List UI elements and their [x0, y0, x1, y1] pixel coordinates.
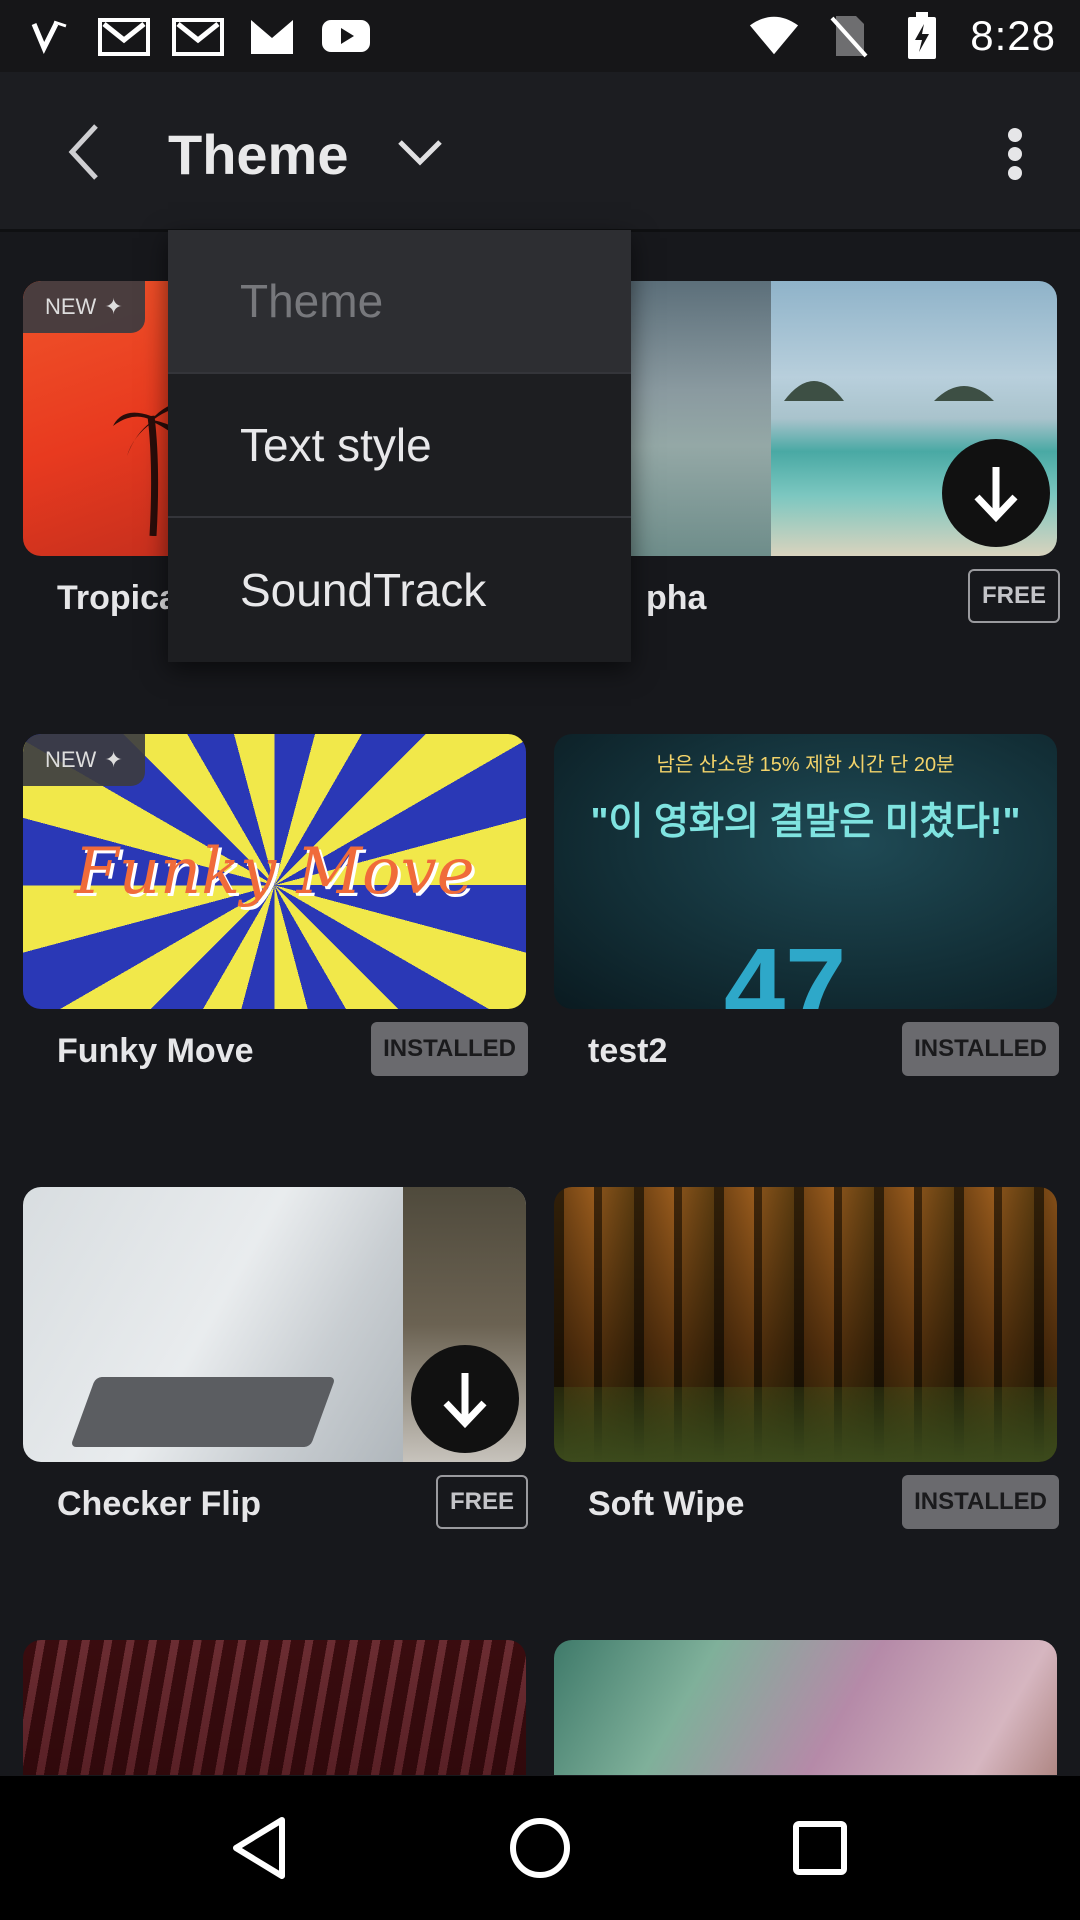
thumb-headline: "이 영화의 결말은 미쳤다!": [590, 801, 1021, 843]
back-button[interactable]: [44, 112, 124, 192]
navigation-bar: [0, 1776, 1080, 1920]
theme-title: Tropica: [57, 579, 178, 617]
installed-tag: INSTALLED: [371, 1022, 528, 1076]
thumb-subtitle: 남은 산소량 15% 제한 시간 단 20분: [656, 754, 955, 776]
gmail-icon: [246, 15, 298, 57]
installed-tag: INSTALLED: [902, 1475, 1059, 1529]
free-tag: FREE: [435, 1475, 528, 1529]
youtube-icon: [320, 15, 372, 57]
recents-square-icon: [793, 1821, 847, 1875]
menu-item-theme[interactable]: Theme: [168, 230, 631, 374]
installed-tag: INSTALLED: [902, 1022, 1059, 1076]
theme-card[interactable]: Checker Flip FREE: [23, 1187, 528, 1529]
theme-thumbnail: [554, 1187, 1057, 1462]
no-sim-icon: [822, 15, 874, 58]
theme-title: Soft Wipe: [588, 1485, 745, 1523]
laptop-keyboard: [70, 1377, 336, 1447]
menu-item-text-style[interactable]: Text style: [168, 374, 631, 518]
theme-thumbnail: 남은 산소량 15% 제한 시간 단 20분 "이 영화의 결말은 미쳤다!" …: [554, 734, 1057, 1009]
theme-thumbnail: [23, 1640, 526, 1775]
status-bar: 8:28: [0, 0, 1080, 72]
vlingo-icon: [24, 15, 76, 57]
clock: 8:28: [970, 12, 1056, 59]
theme-thumbnail: [23, 1187, 526, 1462]
download-arrow-icon: [443, 1373, 487, 1429]
forest-floor: [554, 1387, 1057, 1462]
wifi-icon: [748, 15, 800, 57]
back-triangle-icon: [233, 1817, 285, 1879]
nav-recents-button[interactable]: [770, 1798, 870, 1898]
theme-thumbnail: [554, 1640, 1057, 1775]
chevron-left-icon: [68, 124, 98, 180]
home-circle-icon: [510, 1818, 570, 1878]
nav-back-button[interactable]: [210, 1798, 310, 1898]
app-bar: Theme: [0, 72, 1080, 232]
theme-title: Checker Flip: [57, 1485, 262, 1523]
download-button[interactable]: [942, 439, 1050, 547]
theme-title: pha: [646, 579, 707, 617]
section-dropdown-menu: Theme Text style SoundTrack: [168, 230, 631, 662]
sparkle-icon: ✦: [104, 294, 123, 319]
theme-card[interactable]: Soft Wipe INSTALLED: [554, 1187, 1059, 1529]
island-silhouette: [784, 381, 994, 401]
theme-card[interactable]: [554, 1640, 1057, 1775]
theme-title: test2: [588, 1032, 668, 1070]
overflow-menu-button[interactable]: [985, 114, 1045, 194]
menu-item-soundtrack[interactable]: SoundTrack: [168, 518, 631, 662]
thumb-number: 47: [724, 926, 847, 1009]
battery-charging-icon: [896, 12, 948, 59]
more-vert-icon: [1008, 128, 1022, 180]
new-badge: NEW ✦: [23, 734, 145, 786]
free-tag: FREE: [967, 569, 1060, 623]
gmail-icon: [98, 15, 150, 57]
download-button[interactable]: [411, 1345, 519, 1453]
download-arrow-icon: [974, 467, 1018, 523]
sparkle-icon: ✦: [104, 747, 123, 772]
title-dropdown-button[interactable]: [390, 122, 450, 182]
new-badge: NEW ✦: [23, 281, 145, 333]
system-status: 8:28: [748, 12, 1056, 60]
nav-home-button[interactable]: [490, 1798, 590, 1898]
notification-icons: [24, 15, 372, 57]
theme-card[interactable]: Funky Move NEW ✦ Funky Move INSTALLED: [23, 734, 528, 1076]
chevron-down-icon: [398, 140, 442, 166]
page-title[interactable]: Theme: [168, 122, 349, 187]
theme-title: Funky Move: [57, 1032, 254, 1070]
theme-thumbnail: Funky Move NEW ✦: [23, 734, 526, 1009]
gmail-icon: [172, 15, 224, 57]
theme-card[interactable]: 남은 산소량 15% 제한 시간 단 20분 "이 영화의 결말은 미쳤다!" …: [554, 734, 1059, 1076]
theme-card[interactable]: [23, 1640, 526, 1775]
